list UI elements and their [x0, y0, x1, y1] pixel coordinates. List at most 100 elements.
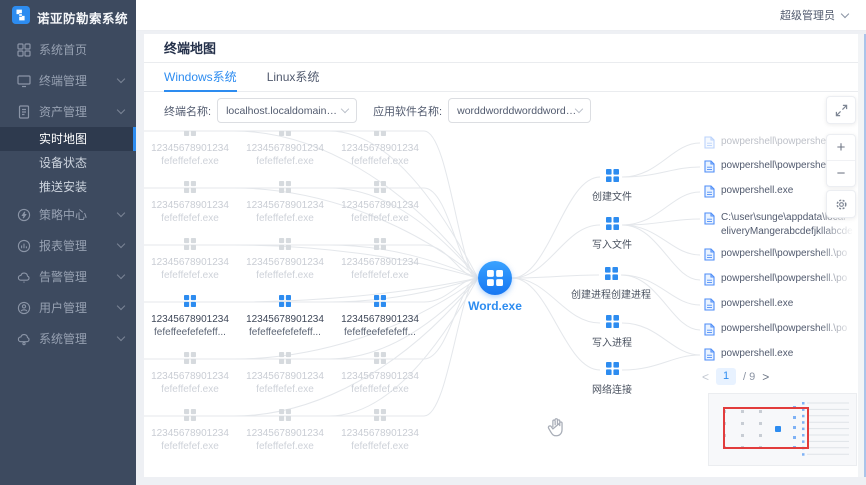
- chevron-down-icon: [117, 271, 125, 279]
- action-node-0[interactable]: 创建文件: [567, 169, 657, 203]
- sidebar-item-reports[interactable]: 报表管理: [0, 230, 136, 261]
- action-node-label: 创建进程创建进程: [566, 286, 656, 301]
- process-node[interactable]: 12345678901234fefeffefef.exe: [334, 130, 426, 168]
- process-node[interactable]: 12345678901234fefeffefef.exe: [334, 352, 426, 396]
- process-node[interactable]: 12345678901234fefeffefef.exe: [239, 352, 331, 396]
- action-node-label: 网络连接: [567, 381, 657, 396]
- process-node[interactable]: 12345678901234fefeffeefefefeff...: [239, 295, 331, 339]
- file-node[interactable]: powpershell\powpershell.\po: [704, 247, 855, 261]
- grid-icon: [279, 299, 291, 310]
- action-node-3[interactable]: 写入进程: [567, 315, 657, 349]
- process-node[interactable]: 12345678901234fefeffefef.exe: [239, 409, 331, 453]
- process-node-exe: fefeffeefefefeff...: [334, 326, 426, 339]
- process-node-id: 12345678901234: [239, 370, 331, 383]
- grid-icon: [184, 413, 196, 424]
- sidebar-subitem-realtime-map[interactable]: 实时地图: [0, 127, 136, 151]
- process-node-id: 12345678901234: [334, 313, 426, 326]
- grid-icon: [374, 242, 386, 253]
- sidebar-item-alerts[interactable]: 告警管理: [0, 261, 136, 292]
- process-node[interactable]: 12345678901234fefeffefef.exe: [334, 238, 426, 282]
- sidebar-item-users[interactable]: 用户管理: [0, 292, 136, 323]
- process-node[interactable]: 12345678901234fefeffefef.exe: [144, 238, 236, 282]
- pagination-prev-button[interactable]: <: [702, 370, 709, 384]
- file-node[interactable]: powpershell.exe: [704, 347, 855, 361]
- hand-cursor-icon: [546, 416, 568, 445]
- process-node[interactable]: 12345678901234fefeffefef.exe: [334, 181, 426, 225]
- grid-icon: [184, 299, 196, 310]
- document-icon: [704, 273, 715, 286]
- tab-linux[interactable]: Linux系统: [267, 63, 320, 92]
- process-node-exe: fefeffefef.exe: [334, 269, 426, 282]
- sidebar-item-system[interactable]: 系统管理: [0, 323, 136, 354]
- sidebar-item-home[interactable]: 系统首页: [0, 34, 136, 65]
- action-node-1[interactable]: 写入文件: [567, 217, 657, 251]
- terminal-name-select[interactable]: localhost.localdomainm...: [217, 98, 357, 123]
- file-node[interactable]: powpershell\powpershell.\po: [704, 272, 855, 286]
- process-node-id: 12345678901234: [144, 199, 236, 212]
- process-node-id: 12345678901234: [144, 256, 236, 269]
- pagination-current-page[interactable]: 1: [716, 368, 736, 385]
- sidebar-item-label: 用户管理: [39, 299, 87, 316]
- pagination-next-button[interactable]: >: [762, 370, 769, 384]
- process-node[interactable]: 12345678901234fefeffefef.exe: [144, 409, 236, 453]
- gear-icon: [835, 198, 848, 211]
- scrollbar[interactable]: [858, 34, 866, 477]
- grid-icon: [184, 242, 196, 253]
- process-node-id: 12345678901234: [144, 370, 236, 383]
- process-node-exe: fefeffeefefefeff...: [239, 326, 331, 339]
- cloud-gear-icon: [17, 332, 31, 346]
- sidebar-item-policy[interactable]: 策略中心: [0, 199, 136, 230]
- minimap-preview: [709, 394, 856, 465]
- process-node[interactable]: 12345678901234fefeffefef.exe: [239, 181, 331, 225]
- top-bar: 超级管理员: [136, 0, 866, 31]
- process-node[interactable]: 12345678901234fefeffefef.exe: [144, 181, 236, 225]
- sidebar-item-assets[interactable]: 资产管理: [0, 96, 136, 127]
- fullscreen-button[interactable]: [826, 96, 856, 124]
- file-node[interactable]: powpershell.exe: [704, 297, 855, 311]
- tab-windows[interactable]: Windows系统: [164, 63, 237, 92]
- process-node-id: 12345678901234: [239, 256, 331, 269]
- grid-icon: [184, 185, 196, 196]
- action-node-2[interactable]: 创建进程创建进程: [566, 267, 656, 301]
- terminal-map-canvas[interactable]: 12345678901234fefeffefef.exe123456789012…: [144, 130, 858, 477]
- process-node-id: 12345678901234: [144, 427, 236, 440]
- process-node-exe: fefeffefef.exe: [144, 269, 236, 282]
- process-node[interactable]: 12345678901234fefeffefef.exe: [144, 130, 236, 168]
- zoom-out-button[interactable]: −: [827, 161, 855, 187]
- process-node[interactable]: 12345678901234fefeffefef.exe: [144, 352, 236, 396]
- terminal-name-label: 终端名称:: [164, 103, 211, 119]
- zoom-control: + −: [826, 134, 856, 187]
- document-icon: [704, 212, 715, 225]
- minimap[interactable]: [708, 393, 857, 466]
- process-node[interactable]: 12345678901234fefeffefef.exe: [239, 130, 331, 168]
- app-software-select[interactable]: worddworddworddwordd...: [448, 98, 591, 123]
- sidebar-subitem-push-install[interactable]: 推送安装: [0, 175, 136, 199]
- policy-icon: [17, 208, 31, 222]
- chevron-down-icon: [117, 106, 125, 114]
- process-node-id: 12345678901234: [239, 142, 331, 155]
- document-icon: [704, 185, 715, 198]
- settings-button[interactable]: [826, 190, 856, 218]
- grid-icon: [606, 222, 619, 233]
- center-node-word-exe[interactable]: Word.exe: [468, 261, 522, 313]
- user-menu[interactable]: 超级管理员: [780, 0, 848, 30]
- process-node[interactable]: 12345678901234fefeffefef.exe: [334, 409, 426, 453]
- process-node-exe: fefeffefef.exe: [334, 440, 426, 453]
- chevron-down-icon: [841, 9, 849, 17]
- grid-icon: [184, 356, 196, 367]
- grid-icon: [279, 413, 291, 424]
- sidebar-item-terminal[interactable]: 终端管理: [0, 65, 136, 96]
- process-node[interactable]: 12345678901234fefeffeefefefeff...: [334, 295, 426, 339]
- zoom-in-button[interactable]: +: [827, 135, 855, 161]
- action-node-label: 创建文件: [567, 188, 657, 203]
- sidebar-subitem-device-status[interactable]: 设备状态: [0, 151, 136, 175]
- process-node[interactable]: 12345678901234fefeffeefefefeff...: [144, 295, 236, 339]
- action-node-4[interactable]: 网络连接: [567, 362, 657, 396]
- process-node-id: 12345678901234: [239, 199, 331, 212]
- dashboard-icon: [17, 43, 31, 57]
- grid-icon: [374, 413, 386, 424]
- document-icon: [704, 248, 715, 261]
- file-node[interactable]: powpershell\powpershell.\po: [704, 322, 855, 336]
- grid-icon: [606, 174, 619, 185]
- process-node[interactable]: 12345678901234fefeffefef.exe: [239, 238, 331, 282]
